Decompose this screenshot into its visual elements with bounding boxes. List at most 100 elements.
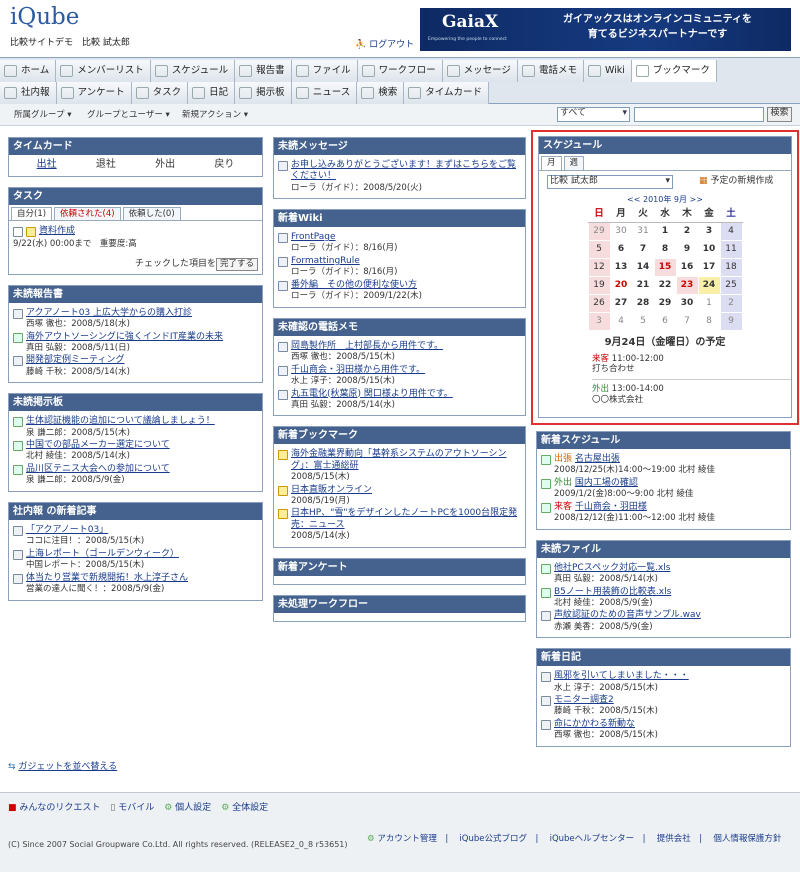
calendar-day[interactable]: 30 bbox=[675, 294, 699, 314]
list-item-link[interactable]: 風邪を引いてしまいました・・・ bbox=[554, 671, 689, 682]
nav-bulletin[interactable]: 社内報 bbox=[0, 82, 57, 104]
calendar-day[interactable]: 1 bbox=[697, 294, 721, 314]
clock-out-button[interactable]: 退社 bbox=[96, 159, 116, 172]
calendar-day[interactable]: 22 bbox=[653, 276, 677, 296]
day-event[interactable]: 来客 11:00-12:00 打ち合わせ bbox=[592, 354, 791, 375]
calendar-day[interactable]: 16 bbox=[675, 258, 699, 278]
nav-enquete[interactable]: アンケート bbox=[56, 82, 132, 104]
list-item-link[interactable]: 声紋認証のための音声サンプル.wav bbox=[554, 610, 701, 621]
calendar-day[interactable]: 11 bbox=[719, 240, 743, 260]
calendar-day[interactable]: 9 bbox=[675, 240, 699, 260]
list-item-link[interactable]: 番外編 その他の便利な使い方 bbox=[291, 280, 422, 291]
list-item-link[interactable]: 名古屋出張 bbox=[575, 454, 620, 464]
calendar-day[interactable]: 5 bbox=[587, 240, 611, 260]
tab-month[interactable]: 月 bbox=[541, 156, 562, 170]
calendar-day[interactable]: 4 bbox=[609, 312, 633, 332]
request-link[interactable]: ■ みんなのリクエスト bbox=[8, 803, 100, 814]
list-item-link[interactable]: 千山商会・羽田様 bbox=[575, 502, 647, 512]
tab-week[interactable]: 週 bbox=[563, 156, 585, 170]
search-input[interactable] bbox=[634, 107, 764, 122]
list-item-link[interactable]: 品川区テニス大会への参加について bbox=[26, 464, 170, 475]
list-item-link[interactable]: 中国での部品メーカー選定について bbox=[26, 440, 170, 451]
task-checkbox[interactable] bbox=[13, 227, 23, 238]
nav-search[interactable]: 検索 bbox=[357, 82, 405, 104]
nav-timecard[interactable]: タイムカード bbox=[404, 82, 490, 104]
group-menu[interactable]: 所属グループ ▾ bbox=[14, 110, 71, 121]
nav-wiki[interactable]: Wiki bbox=[583, 60, 632, 82]
schedule-user-select[interactable]: 比較 試太郎 ▾ bbox=[547, 174, 673, 189]
calendar-day[interactable]: 27 bbox=[609, 294, 633, 314]
calendar-day[interactable]: 12 bbox=[587, 258, 611, 278]
list-item-link[interactable]: 他社PCスペック対応一覧.xls bbox=[554, 563, 670, 574]
calendar-day[interactable]: 15 bbox=[653, 258, 677, 278]
list-item-link[interactable]: 岡島製作所 上村部長から用件です。 bbox=[291, 341, 443, 352]
day-event[interactable]: 外出 13:00-14:00 〇〇株式会社 bbox=[592, 378, 791, 405]
logout-link[interactable]: ⛹ ログアウト bbox=[355, 40, 414, 51]
task-item[interactable]: 資料作成 bbox=[39, 226, 75, 237]
calendar-day[interactable]: 10 bbox=[697, 240, 721, 260]
calendar-day[interactable]: 25 bbox=[719, 276, 743, 296]
nav-members[interactable]: メンバーリスト bbox=[56, 60, 151, 82]
list-item-link[interactable]: 海外金融業界動向「基幹系システムのアウトソーシング」：富士通総研 bbox=[291, 449, 521, 472]
calendar-day[interactable]: 29 bbox=[653, 294, 677, 314]
nav-task[interactable]: タスク bbox=[131, 82, 189, 104]
calendar-day[interactable]: 24 bbox=[697, 276, 721, 296]
list-item-link[interactable]: 日本直販オンライン bbox=[291, 485, 372, 496]
calendar-day[interactable]: 2 bbox=[719, 294, 743, 314]
nav-home[interactable]: ホーム bbox=[0, 60, 57, 82]
help-center-link[interactable]: iQubeヘルプセンター bbox=[550, 834, 635, 844]
account-admin-link[interactable]: アカウント管理 bbox=[377, 834, 437, 844]
nav-bbs[interactable]: 掲示板 bbox=[235, 82, 292, 104]
calendar-day[interactable]: 8 bbox=[653, 240, 677, 260]
nav-file[interactable]: ファイル bbox=[291, 60, 358, 82]
nav-report[interactable]: 報告書 bbox=[235, 60, 292, 82]
return-button[interactable]: 戻り bbox=[214, 159, 234, 172]
list-item-link[interactable]: 生体認証機能の追加について議論しましょう！ bbox=[26, 416, 215, 427]
complete-button[interactable]: 完了する bbox=[215, 258, 258, 271]
tab-task-requested[interactable]: 依頼された(4) bbox=[54, 206, 121, 221]
privacy-link[interactable]: 個人情報保護方針 bbox=[713, 834, 781, 844]
calendar-day[interactable]: 14 bbox=[631, 258, 655, 278]
ad-banner[interactable]: GaiaX Empowering the people to connect ガ… bbox=[420, 8, 791, 51]
nav-bookmark[interactable]: ブックマーク bbox=[631, 60, 717, 82]
nav-diary[interactable]: 日記 bbox=[188, 82, 236, 104]
calendar-day[interactable]: 31 bbox=[631, 222, 655, 242]
logout-label[interactable]: ログアウト bbox=[369, 40, 414, 50]
calendar-day[interactable]: 2 bbox=[675, 222, 699, 242]
calendar-day[interactable]: 28 bbox=[631, 294, 655, 314]
calendar-day[interactable]: 29 bbox=[587, 222, 611, 242]
list-item-link[interactable]: 命にかかわる新動な bbox=[554, 719, 658, 730]
tab-task-requesting[interactable]: 依頼した(0) bbox=[122, 206, 181, 221]
nav-schedule[interactable]: スケジュール bbox=[150, 60, 236, 82]
calendar-day[interactable]: 1 bbox=[653, 222, 677, 242]
new-action-menu[interactable]: 新規アクション ▾ bbox=[182, 110, 248, 121]
arrange-gadgets-link[interactable]: ⇆ ガジェットを並べ替える bbox=[8, 762, 117, 773]
list-item-link[interactable]: 上海レポート（ゴールデンウィーク） bbox=[26, 549, 179, 560]
calendar-day[interactable]: 18 bbox=[719, 258, 743, 278]
nav-news[interactable]: ニュース bbox=[291, 82, 358, 104]
list-item-link[interactable]: モニター調査2 bbox=[554, 695, 658, 706]
list-item-link[interactable]: FormattingRule bbox=[291, 256, 397, 267]
list-item-link[interactable]: 国内工場の確認 bbox=[575, 478, 638, 488]
calendar-day[interactable]: 21 bbox=[631, 276, 655, 296]
app-logo[interactable]: iQube bbox=[10, 3, 79, 32]
calendar-day[interactable]: 7 bbox=[675, 312, 699, 332]
new-schedule-link[interactable]: ▦ 予定の新規作成 bbox=[699, 176, 773, 187]
list-item-link[interactable]: 開発部定例ミーティング bbox=[26, 355, 130, 366]
calendar-day[interactable]: 26 bbox=[587, 294, 611, 314]
clock-in-button[interactable]: 出社 bbox=[37, 159, 57, 172]
calendar-day[interactable]: 19 bbox=[587, 276, 611, 296]
arrange-label[interactable]: ガジェットを並べ替える bbox=[18, 762, 117, 772]
calendar-day[interactable]: 13 bbox=[609, 258, 633, 278]
personal-settings-link[interactable]: ⚙ 個人設定 bbox=[164, 803, 211, 814]
list-item-link[interactable]: アクアノート03 上広大学からの購入打診 bbox=[26, 308, 192, 319]
month-nav[interactable]: << 2010年 9月 >> bbox=[539, 195, 791, 205]
calendar-day[interactable]: 8 bbox=[697, 312, 721, 332]
global-settings-link[interactable]: ⚙ 全体設定 bbox=[221, 803, 268, 814]
list-item-link[interactable]: 海外アウトソーシングに強くインドIT産業の未来 bbox=[26, 332, 223, 343]
calendar-day[interactable]: 4 bbox=[719, 222, 743, 242]
list-item-link[interactable]: B5ノート用装飾の比較表.xls bbox=[554, 587, 671, 598]
list-item-link[interactable]: 「アクアノート03」 bbox=[26, 525, 144, 536]
list-item-link[interactable]: 丸五電化(秋葉原) 関口様より用件です。 bbox=[291, 389, 453, 400]
list-item-link[interactable]: 体当たり営業で新規開拓！水上淳子さん bbox=[26, 573, 188, 584]
